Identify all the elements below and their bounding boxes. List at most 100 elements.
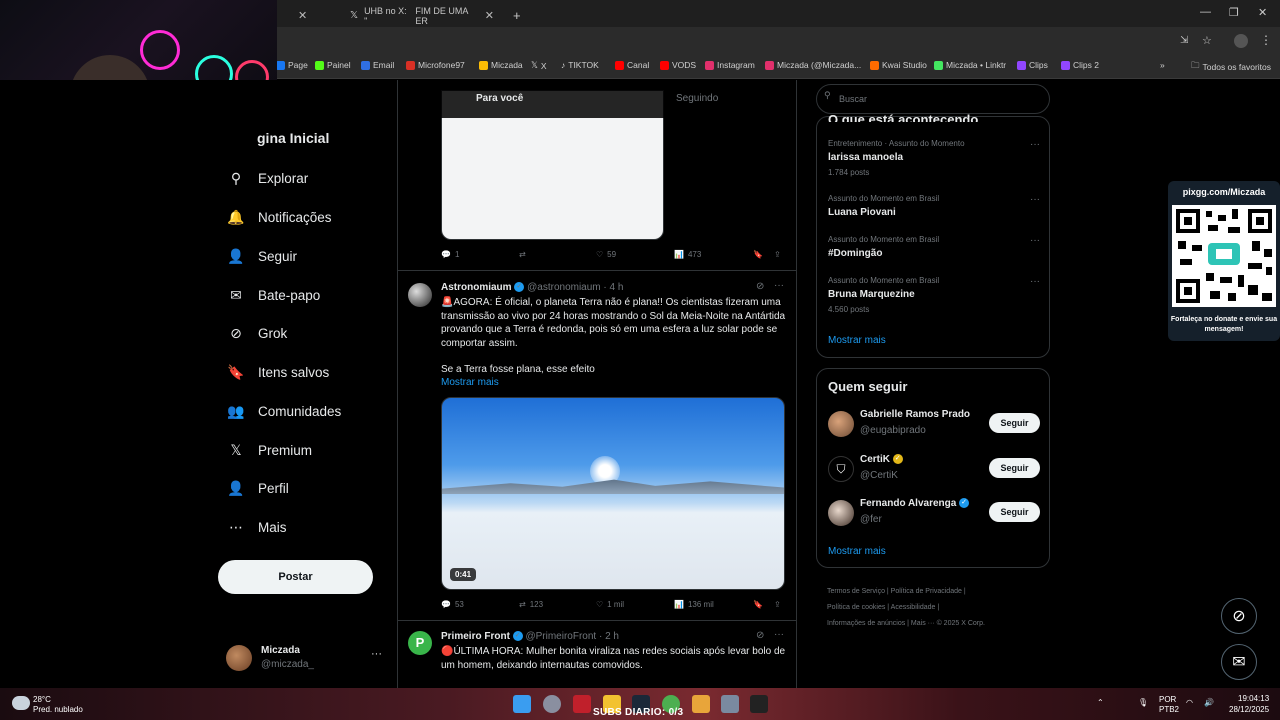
nav-explore[interactable]: ⚲ Explorar bbox=[228, 164, 308, 192]
clock-date[interactable]: 28/12/2025 bbox=[1229, 705, 1269, 714]
views-button[interactable]: 📊 136 mil bbox=[674, 600, 714, 609]
bookmark-item[interactable]: Miczada • Linktr bbox=[934, 60, 1006, 70]
bookmark-item[interactable]: Miczada (@Miczada... bbox=[765, 60, 861, 70]
nav-premium[interactable]: 𝕏 Premium bbox=[228, 436, 312, 464]
trend-item[interactable]: Assunto do Momento em Brasil Luana Piova… bbox=[828, 194, 1040, 218]
restore-icon[interactable]: ❐ bbox=[1229, 6, 1239, 19]
follow-button[interactable]: Seguir bbox=[989, 413, 1040, 433]
bookmark-item[interactable]: Kwai Studio bbox=[870, 60, 927, 70]
tab-for-you[interactable]: Para você bbox=[476, 93, 523, 104]
close-tab-icon[interactable]: ✕ bbox=[485, 9, 494, 22]
trend-item[interactable]: Assunto do Momento em Brasil Bruna Marqu… bbox=[828, 276, 1040, 314]
bookmark-item[interactable]: Email bbox=[361, 60, 394, 70]
trend-item[interactable]: Assunto do Momento em Brasil #Domingão ·… bbox=[828, 235, 1040, 259]
app-icon[interactable] bbox=[721, 695, 739, 713]
account-switcher[interactable]: Miczada @miczada_ ··· bbox=[226, 640, 386, 676]
bookmark-item[interactable]: ♪ TIKTOK bbox=[561, 60, 599, 70]
bookmark-item[interactable]: Microfone97 bbox=[406, 60, 465, 70]
clock-time[interactable]: 19:04:13 bbox=[1238, 694, 1269, 703]
nav-more[interactable]: ⋯ Mais bbox=[228, 513, 287, 541]
post-button[interactable]: Postar bbox=[218, 560, 373, 594]
app-icon[interactable] bbox=[750, 695, 768, 713]
follow-button[interactable]: Seguir bbox=[989, 502, 1040, 522]
windows-start-icon[interactable] bbox=[513, 695, 531, 713]
bookmark-button[interactable]: 🔖 bbox=[753, 600, 763, 609]
footer-line[interactable]: Informações de anúncios | Mais ··· © 202… bbox=[827, 616, 1047, 632]
reply-button[interactable]: 💬 53 bbox=[441, 600, 464, 609]
bookmark-item[interactable]: Canal bbox=[615, 60, 649, 70]
follow-button[interactable]: Seguir bbox=[989, 458, 1040, 478]
tweet-astronomiaum[interactable]: Astronomiaum ✓ @astronomiaum · 4 h ⊘ ···… bbox=[398, 270, 796, 620]
all-favorites[interactable]: 🗀 Todos os favoritos bbox=[1191, 60, 1271, 74]
messages-fab[interactable]: ✉ bbox=[1221, 644, 1257, 680]
bookmark-item[interactable]: Clips 2 bbox=[1061, 60, 1099, 70]
nav-bookmarks[interactable]: 🔖 Itens salvos bbox=[227, 358, 329, 386]
app-icon[interactable] bbox=[692, 695, 710, 713]
browser-tab-active[interactable]: 𝕏 UHB no X: " FIM DE UMA ER ✕ bbox=[342, 4, 502, 27]
grok-icon[interactable]: ⊘ bbox=[756, 281, 764, 292]
language-code[interactable]: POR bbox=[1159, 695, 1176, 704]
bookmark-item[interactable]: Page bbox=[276, 60, 308, 70]
more-icon[interactable]: ··· bbox=[1030, 235, 1040, 246]
more-icon[interactable]: ··· bbox=[1030, 139, 1040, 150]
author-name[interactable]: Primeiro Front bbox=[441, 631, 510, 642]
close-window-icon[interactable]: ✕ bbox=[1258, 6, 1267, 19]
more-icon[interactable]: ··· bbox=[371, 648, 382, 660]
star-icon[interactable]: ☆ bbox=[1202, 34, 1212, 47]
bookmark-button[interactable]: 🔖 bbox=[753, 250, 763, 259]
bookmark-item[interactable]: Instagram bbox=[705, 60, 755, 70]
avatar[interactable] bbox=[408, 283, 432, 307]
follow-suggestion[interactable]: Gabrielle Ramos Prado @eugabiprado Segui… bbox=[828, 409, 1040, 443]
bookmark-item[interactable]: Miczada bbox=[479, 60, 523, 70]
minimize-icon[interactable]: — bbox=[1200, 6, 1211, 18]
nav-home-label[interactable]: gina Inicial bbox=[257, 130, 329, 146]
weather-desc[interactable]: Pred. nublado bbox=[33, 705, 83, 714]
bookmark-item[interactable]: VODS bbox=[660, 60, 696, 70]
show-more-trends[interactable]: Mostrar mais bbox=[828, 335, 886, 346]
search-input[interactable]: Buscar bbox=[816, 84, 1050, 114]
bookmark-item[interactable]: 𝕏X bbox=[531, 60, 547, 71]
menu-icon[interactable]: ⋮ bbox=[1260, 33, 1272, 47]
follow-suggestion[interactable]: ⛉ CertiK ✓ @CertiK Seguir bbox=[828, 454, 1040, 488]
reply-button[interactable]: 💬 1 bbox=[441, 250, 459, 259]
follow-suggestion[interactable]: Fernando Alvarenga ✓ @fer Seguir bbox=[828, 498, 1040, 532]
install-app-icon[interactable]: ⇲ bbox=[1180, 35, 1188, 46]
share-button[interactable]: ⇪ bbox=[774, 250, 781, 259]
more-icon[interactable]: ··· bbox=[1030, 276, 1040, 287]
grok-icon[interactable]: ⊘ bbox=[756, 630, 764, 641]
author-name[interactable]: Astronomiaum bbox=[441, 282, 512, 293]
volume-icon[interactable]: 🔊 bbox=[1204, 698, 1214, 707]
browser-tab-prev[interactable]: ✕ bbox=[290, 4, 315, 27]
nav-profile[interactable]: 👤 Perfil bbox=[227, 474, 288, 502]
trend-item[interactable]: Entretenimento · Assunto do Momento lari… bbox=[828, 139, 1040, 177]
show-more-link[interactable]: Mostrar mais bbox=[441, 376, 791, 390]
bookmark-item[interactable]: Clips bbox=[1017, 60, 1048, 70]
grok-fab[interactable]: ⊘ bbox=[1221, 598, 1257, 634]
like-button[interactable]: ♡ 1 mil bbox=[596, 600, 624, 609]
nav-chat[interactable]: ✉ Bate-papo bbox=[228, 281, 320, 309]
chevron-up-icon[interactable]: ⌃ bbox=[1097, 698, 1104, 707]
weather-temp[interactable]: 28°C bbox=[33, 695, 51, 704]
footer-line[interactable]: Termos de Serviço | Política de Privacid… bbox=[827, 584, 1047, 600]
more-icon[interactable]: ··· bbox=[1030, 194, 1040, 205]
app-icon[interactable] bbox=[573, 695, 591, 713]
nav-communities[interactable]: 👥 Comunidades bbox=[227, 397, 341, 425]
close-tab-icon[interactable]: ✕ bbox=[298, 9, 307, 22]
show-more-follows[interactable]: Mostrar mais bbox=[828, 546, 886, 557]
share-button[interactable]: ⇪ bbox=[774, 600, 781, 609]
bookmarks-overflow[interactable]: » bbox=[1160, 60, 1165, 70]
footer-line[interactable]: Política de cookies | Acessibilidade | bbox=[827, 600, 1047, 616]
tab-following[interactable]: Seguindo bbox=[676, 93, 718, 104]
wifi-icon[interactable]: ◠ bbox=[1186, 698, 1193, 707]
views-button[interactable]: 📊 473 bbox=[674, 250, 701, 259]
microphone-icon[interactable]: 🎙 bbox=[1138, 698, 1148, 707]
profile-avatar-icon[interactable] bbox=[1234, 34, 1248, 48]
more-icon[interactable]: ··· bbox=[774, 280, 784, 291]
nav-notifications[interactable]: 🔔 Notificações bbox=[227, 203, 331, 231]
tweet-video[interactable]: 0:41 bbox=[441, 397, 785, 590]
bookmark-item[interactable]: Painel bbox=[315, 60, 351, 70]
avatar[interactable]: P bbox=[408, 631, 432, 655]
retweet-button[interactable]: ⇄ bbox=[519, 250, 526, 259]
more-icon[interactable]: ··· bbox=[774, 629, 784, 640]
keyboard-layout[interactable]: PTB2 bbox=[1159, 705, 1179, 714]
